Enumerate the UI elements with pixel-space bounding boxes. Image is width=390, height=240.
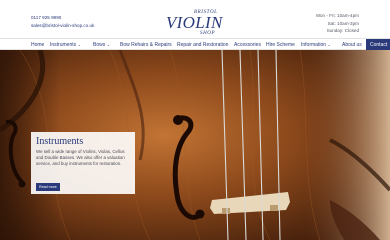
chevron-down-icon: ⌄: [327, 41, 331, 47]
hours-sunday: Sunday: Closed: [326, 28, 359, 34]
hours-saturday: Sat: 10am-3pm: [327, 20, 359, 26]
logo-main-text: VIOLIN: [166, 13, 224, 32]
nav-label: Bow Rehairs & Repairs: [120, 41, 172, 48]
nav-item-bows[interactable]: Bows ⌄: [93, 42, 110, 48]
nav-label: Hire Scheme: [266, 41, 295, 48]
phone-link[interactable]: 0117 925 9990: [31, 14, 94, 22]
nav-label: Repair and Restoration: [177, 41, 229, 48]
hero-card: Instruments We sell a wide range of Viol…: [31, 132, 135, 194]
site-header: 0117 925 9990 sales@bristol-violin-shop.…: [0, 0, 390, 38]
main-nav: Home Instruments ⌄ Bows ⌄ Bow Rehairs & Re…: [0, 38, 390, 50]
nav-item-hire-scheme[interactable]: Hire Scheme: [266, 42, 295, 48]
chevron-down-icon: ⌄: [106, 41, 111, 47]
read-more-button[interactable]: Read more: [36, 183, 60, 191]
site-logo[interactable]: BRISTOL VIOLIN SHOP: [164, 7, 226, 35]
nav-label: Home: [31, 41, 45, 48]
email-link[interactable]: sales@bristol-violin-shop.co.uk: [31, 22, 94, 30]
hours-weekday: Mon - Fri: 10am-4pm: [316, 13, 359, 18]
nav-label: Bows: [93, 41, 106, 48]
nav-item-bow-rehairs[interactable]: Bow Rehairs & Repairs: [120, 42, 172, 48]
nav-item-home[interactable]: Home: [31, 42, 44, 48]
contact-button[interactable]: Contact: [366, 39, 390, 50]
hero-description: We sell a wide range of Violins, Violas,…: [36, 149, 125, 167]
nav-label: Instruments: [50, 41, 77, 48]
contact-info: 0117 925 9990 sales@bristol-violin-shop.…: [31, 14, 94, 30]
opening-hours: Mon - Fri: 10am-4pm Sat: 10am-3pm Sunday…: [316, 12, 359, 35]
hero-title: Instruments: [36, 136, 84, 147]
logo-bottom-text: SHOP: [200, 31, 215, 35]
nav-item-about[interactable]: About us: [342, 42, 362, 48]
nav-label: Accessories: [234, 41, 261, 48]
nav-item-instruments[interactable]: Instruments ⌄: [50, 42, 81, 48]
nav-item-accessories[interactable]: Accessories: [234, 42, 261, 48]
nav-label: Information: [301, 41, 327, 48]
nav-label: About us: [342, 41, 362, 48]
nav-item-repair-restoration[interactable]: Repair and Restoration: [177, 42, 228, 48]
chevron-down-icon: ⌄: [77, 41, 81, 47]
contact-button-label: Contact: [370, 41, 388, 48]
hero-banner: Instruments We sell a wide range of Viol…: [0, 50, 390, 240]
nav-item-information[interactable]: Information ⌄: [301, 42, 331, 48]
